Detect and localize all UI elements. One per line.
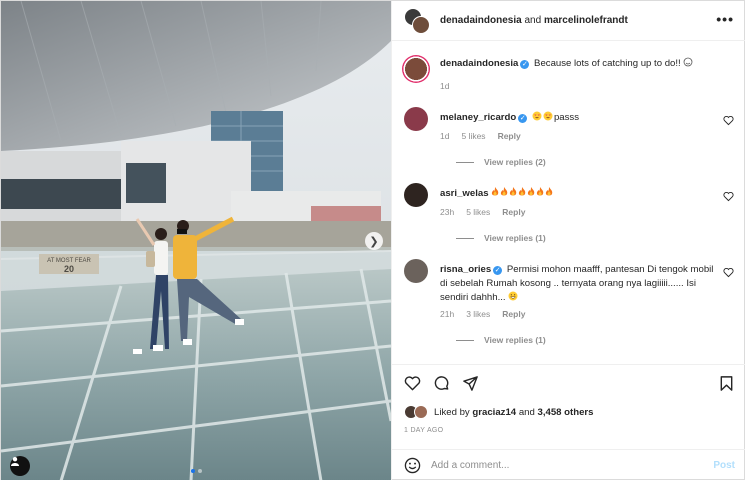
divider-line — [456, 237, 474, 239]
comment-likes[interactable]: 5 likes — [461, 131, 485, 141]
comment-meta: 21h 3 likes Reply — [440, 309, 525, 319]
share-icon[interactable] — [462, 375, 479, 392]
heart-icon[interactable] — [723, 191, 734, 202]
comment-item: risna_ories ✓ Permisi mohon maafff, pante… — [404, 259, 734, 359]
header-joiner: and — [524, 15, 542, 26]
comment-input[interactable] — [431, 460, 714, 471]
post-header: denadaindonesia and marcelinolefrandt ••… — [392, 1, 745, 41]
carousel-dot — [198, 469, 202, 473]
post-comment-button[interactable]: Post — [713, 460, 735, 471]
caption-username[interactable]: denadaindonesia — [440, 58, 518, 69]
fire-emoji-icon — [537, 187, 544, 196]
carousel-indicator — [191, 469, 202, 473]
comments-list[interactable]: denadaindonesia ✓ Because lots of catchin… — [392, 41, 745, 364]
tagged-users-button[interactable] — [10, 456, 30, 476]
post-header-title: denadaindonesia and marcelinolefrandt — [440, 15, 628, 26]
instagram-post-viewer: AT MOST FEAR 20 ❯ denadaindonesia and ma… — [0, 0, 745, 480]
fire-emoji-icon — [501, 187, 508, 196]
photo-illustration: AT MOST FEAR 20 — [1, 1, 391, 480]
caption-text-row: denadaindonesia ✓ Because lots of catchin… — [440, 57, 720, 71]
collab-avatars[interactable] — [404, 7, 430, 34]
view-replies-button[interactable]: View replies (1) — [456, 233, 546, 243]
reply-button[interactable]: Reply — [502, 309, 525, 319]
reply-button[interactable]: Reply — [498, 131, 521, 141]
user-icon — [11, 457, 19, 466]
fire-emoji-icon — [492, 187, 499, 196]
header-user1-link[interactable]: denadaindonesia — [440, 15, 522, 26]
caption-meta: 1d — [440, 81, 449, 91]
view-replies-label: View replies (2) — [484, 157, 546, 167]
likes-prefix: Liked by — [434, 406, 470, 418]
emoji-picker-icon[interactable] — [404, 457, 421, 474]
grin-emoji-icon — [508, 291, 518, 301]
heart-icon[interactable] — [723, 115, 734, 126]
comment-time: 21h — [440, 309, 455, 319]
comment-likes[interactable]: 5 likes — [466, 207, 490, 217]
verified-badge-icon: ✓ — [493, 266, 503, 275]
divider-line — [456, 161, 474, 163]
caption-item: denadaindonesia ✓ Because lots of catchin… — [402, 53, 734, 93]
likes-summary: Liked by graciaz14 and 3,458 others — [404, 405, 594, 419]
view-replies-button[interactable]: View replies (1) — [456, 335, 546, 345]
comment-item: melaney_ricardo ✓ passs 1d 5 likes Reply … — [404, 107, 734, 177]
comment-text-row: asri_welas — [440, 187, 720, 201]
avatar-user2[interactable] — [412, 15, 430, 34]
comment-likes[interactable]: 3 likes — [466, 309, 490, 319]
comment-username[interactable]: asri_welas — [440, 188, 489, 199]
divider-line — [456, 339, 474, 341]
post-photo[interactable]: AT MOST FEAR 20 ❯ — [1, 1, 391, 480]
view-replies-button[interactable]: View replies (2) — [456, 157, 546, 167]
likes-text: Liked by graciaz14 and 3,458 others — [434, 407, 594, 418]
comment-meta: 23h 5 likes Reply — [440, 207, 525, 217]
comment-text-row: melaney_ricardo ✓ passs — [440, 111, 720, 125]
verified-badge-icon: ✓ — [518, 114, 528, 123]
post-details-panel: denadaindonesia and marcelinolefrandt ••… — [391, 1, 745, 480]
likes-middle: and — [518, 406, 535, 418]
sign-number: 20 — [64, 264, 74, 274]
comment-username[interactable]: melaney_ricardo — [440, 112, 516, 123]
chevron-right-icon: ❯ — [369, 235, 379, 248]
fire-emoji-group — [491, 187, 554, 199]
likes-user-link[interactable]: graciaz14 — [472, 407, 516, 418]
heart-eyes-emoji-icon — [543, 111, 553, 121]
comment-time: 1d — [440, 131, 450, 141]
caption-time: 1d — [440, 81, 450, 91]
caption-text: Because lots of catching up to do!! — [534, 58, 681, 69]
comment-time: 23h — [440, 207, 455, 217]
comment-avatar[interactable] — [404, 183, 428, 207]
heart-icon[interactable] — [404, 375, 421, 392]
verified-badge-icon: ✓ — [520, 60, 530, 69]
comment-item: asri_welas 23h 5 likes Reply View replie… — [404, 183, 734, 253]
comment-text: passs — [553, 112, 579, 123]
comment-icon[interactable] — [433, 375, 450, 392]
fire-emoji-icon — [519, 187, 526, 196]
fire-emoji-icon — [528, 187, 535, 196]
header-user2-link[interactable]: marcelinolefrandt — [544, 15, 628, 26]
likes-count-link[interactable]: 3,458 others — [538, 407, 594, 418]
liker-avatar[interactable] — [414, 405, 428, 419]
add-comment-bar: Post — [392, 449, 745, 480]
comment-meta: 1d 5 likes Reply — [440, 131, 521, 141]
heart-eyes-emoji-icon — [532, 111, 542, 121]
post-date[interactable]: 1 DAY AGO — [404, 427, 443, 434]
smile-emoji-icon — [683, 57, 693, 67]
fire-emoji-icon — [546, 187, 553, 196]
carousel-dot-active — [191, 469, 195, 473]
comment-text-row: risna_ories ✓ Permisi mohon maafff, pante… — [440, 263, 720, 305]
more-horizontal-icon[interactable]: ••• — [716, 11, 734, 27]
post-actions-section: Liked by graciaz14 and 3,458 others 1 DA… — [392, 364, 745, 446]
caption-avatar[interactable] — [402, 55, 430, 83]
reply-button[interactable]: Reply — [502, 207, 525, 217]
view-replies-label: View replies (1) — [484, 233, 546, 243]
fire-emoji-icon — [510, 187, 517, 196]
comment-username[interactable]: risna_ories — [440, 264, 491, 275]
heart-icon[interactable] — [723, 267, 734, 278]
comment-avatar[interactable] — [404, 107, 428, 131]
bookmark-icon[interactable] — [718, 375, 735, 392]
comment-avatar[interactable] — [404, 259, 428, 283]
view-replies-label: View replies (1) — [484, 335, 546, 345]
next-slide-button[interactable]: ❯ — [365, 232, 383, 250]
action-bar — [404, 375, 479, 392]
